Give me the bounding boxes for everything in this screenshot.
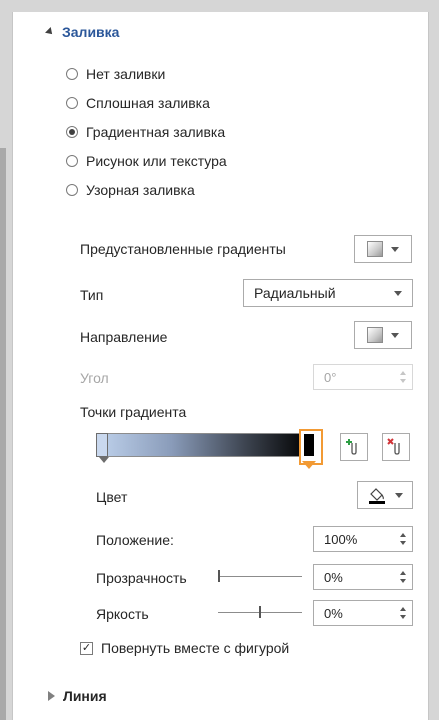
gradient-stop-pointer-icon	[99, 457, 109, 463]
rotate-with-shape-checkbox[interactable]: ✓ Повернуть вместе с фигурой	[80, 640, 289, 656]
radio-picture-fill[interactable]: Рисунок или текстура	[66, 153, 227, 169]
remove-gradient-stop-button[interactable]	[382, 433, 410, 461]
transparency-label: Прозрачность	[96, 570, 187, 586]
radio-button-icon	[66, 155, 78, 167]
radio-label: Нет заливки	[86, 66, 166, 82]
angle-label: Угол	[80, 370, 109, 386]
rotate-with-shape-label: Повернуть вместе с фигурой	[101, 640, 290, 656]
gradient-stop-color-swatch	[304, 434, 314, 456]
checkmark-icon: ✓	[80, 641, 93, 655]
gradient-stop-left[interactable]	[96, 433, 108, 457]
radio-button-selected-icon	[66, 126, 78, 138]
chevron-down-icon	[394, 290, 402, 296]
spinner-arrows-icon[interactable]	[394, 601, 412, 625]
add-stop-icon	[346, 439, 357, 455]
brightness-spinner[interactable]: 0%	[313, 600, 413, 626]
position-label: Положение:	[96, 532, 174, 548]
line-section-title: Линия	[63, 688, 107, 704]
radio-label: Рисунок или текстура	[86, 153, 227, 169]
chevron-down-icon	[391, 332, 399, 338]
chevron-down-icon	[391, 246, 399, 252]
brightness-value: 0%	[324, 605, 343, 621]
gradient-stops-bar[interactable]	[96, 433, 310, 457]
brightness-label: Яркость	[96, 606, 149, 622]
angle-value: 0°	[324, 369, 337, 385]
color-label: Цвет	[96, 489, 128, 505]
transparency-slider-thumb[interactable]	[218, 570, 220, 582]
radio-button-icon	[66, 68, 78, 80]
window-frame-top	[0, 0, 439, 12]
spinner-arrows-icon[interactable]	[394, 565, 412, 589]
angle-spinner: 0°	[313, 364, 413, 390]
gradient-swatch-icon	[367, 241, 383, 257]
gradient-swatch-icon	[367, 327, 383, 343]
position-spinner[interactable]: 100%	[313, 526, 413, 552]
transparency-spinner[interactable]: 0%	[313, 564, 413, 590]
gradient-stop-pointer-icon	[302, 461, 316, 469]
add-gradient-stop-button[interactable]	[340, 433, 368, 461]
paint-bucket-icon	[369, 488, 385, 504]
color-picker-dropdown[interactable]	[357, 481, 413, 509]
radio-button-icon	[66, 97, 78, 109]
expand-triangle-icon	[48, 691, 55, 701]
type-select-value: Радиальный	[254, 285, 336, 301]
spinner-arrows-icon	[394, 365, 412, 389]
direction-dropdown[interactable]	[354, 321, 412, 349]
remove-stop-icon	[387, 438, 400, 455]
radio-label: Сплошная заливка	[86, 95, 210, 111]
fill-section-title: Заливка	[62, 24, 120, 40]
brightness-slider-thumb[interactable]	[259, 606, 261, 618]
collapse-triangle-icon	[45, 27, 55, 37]
radio-pattern-fill[interactable]: Узорная заливка	[66, 182, 195, 198]
radio-button-icon	[66, 184, 78, 196]
radio-label: Узорная заливка	[86, 182, 195, 198]
line-section-header[interactable]: Линия	[48, 688, 107, 704]
type-select[interactable]: Радиальный	[243, 279, 413, 307]
preset-gradients-dropdown[interactable]	[354, 235, 412, 263]
radio-label: Градиентная заливка	[86, 124, 226, 140]
transparency-value: 0%	[324, 569, 343, 585]
direction-label: Направление	[80, 329, 168, 345]
transparency-slider-track[interactable]	[218, 576, 302, 577]
radio-solid-fill[interactable]: Сплошная заливка	[66, 95, 210, 111]
preset-gradients-label: Предустановленные градиенты	[80, 241, 286, 257]
radio-gradient-fill[interactable]: Градиентная заливка	[66, 124, 225, 140]
position-value: 100%	[324, 531, 358, 547]
fill-section-header[interactable]: Заливка	[45, 24, 120, 40]
gradient-stops-label: Точки градиента	[80, 404, 187, 420]
spinner-arrows-icon[interactable]	[394, 527, 412, 551]
window-frame-left-shadow	[0, 148, 6, 720]
chevron-down-icon	[395, 492, 403, 498]
type-label: Тип	[80, 287, 104, 303]
radio-no-fill[interactable]: Нет заливки	[66, 66, 165, 82]
